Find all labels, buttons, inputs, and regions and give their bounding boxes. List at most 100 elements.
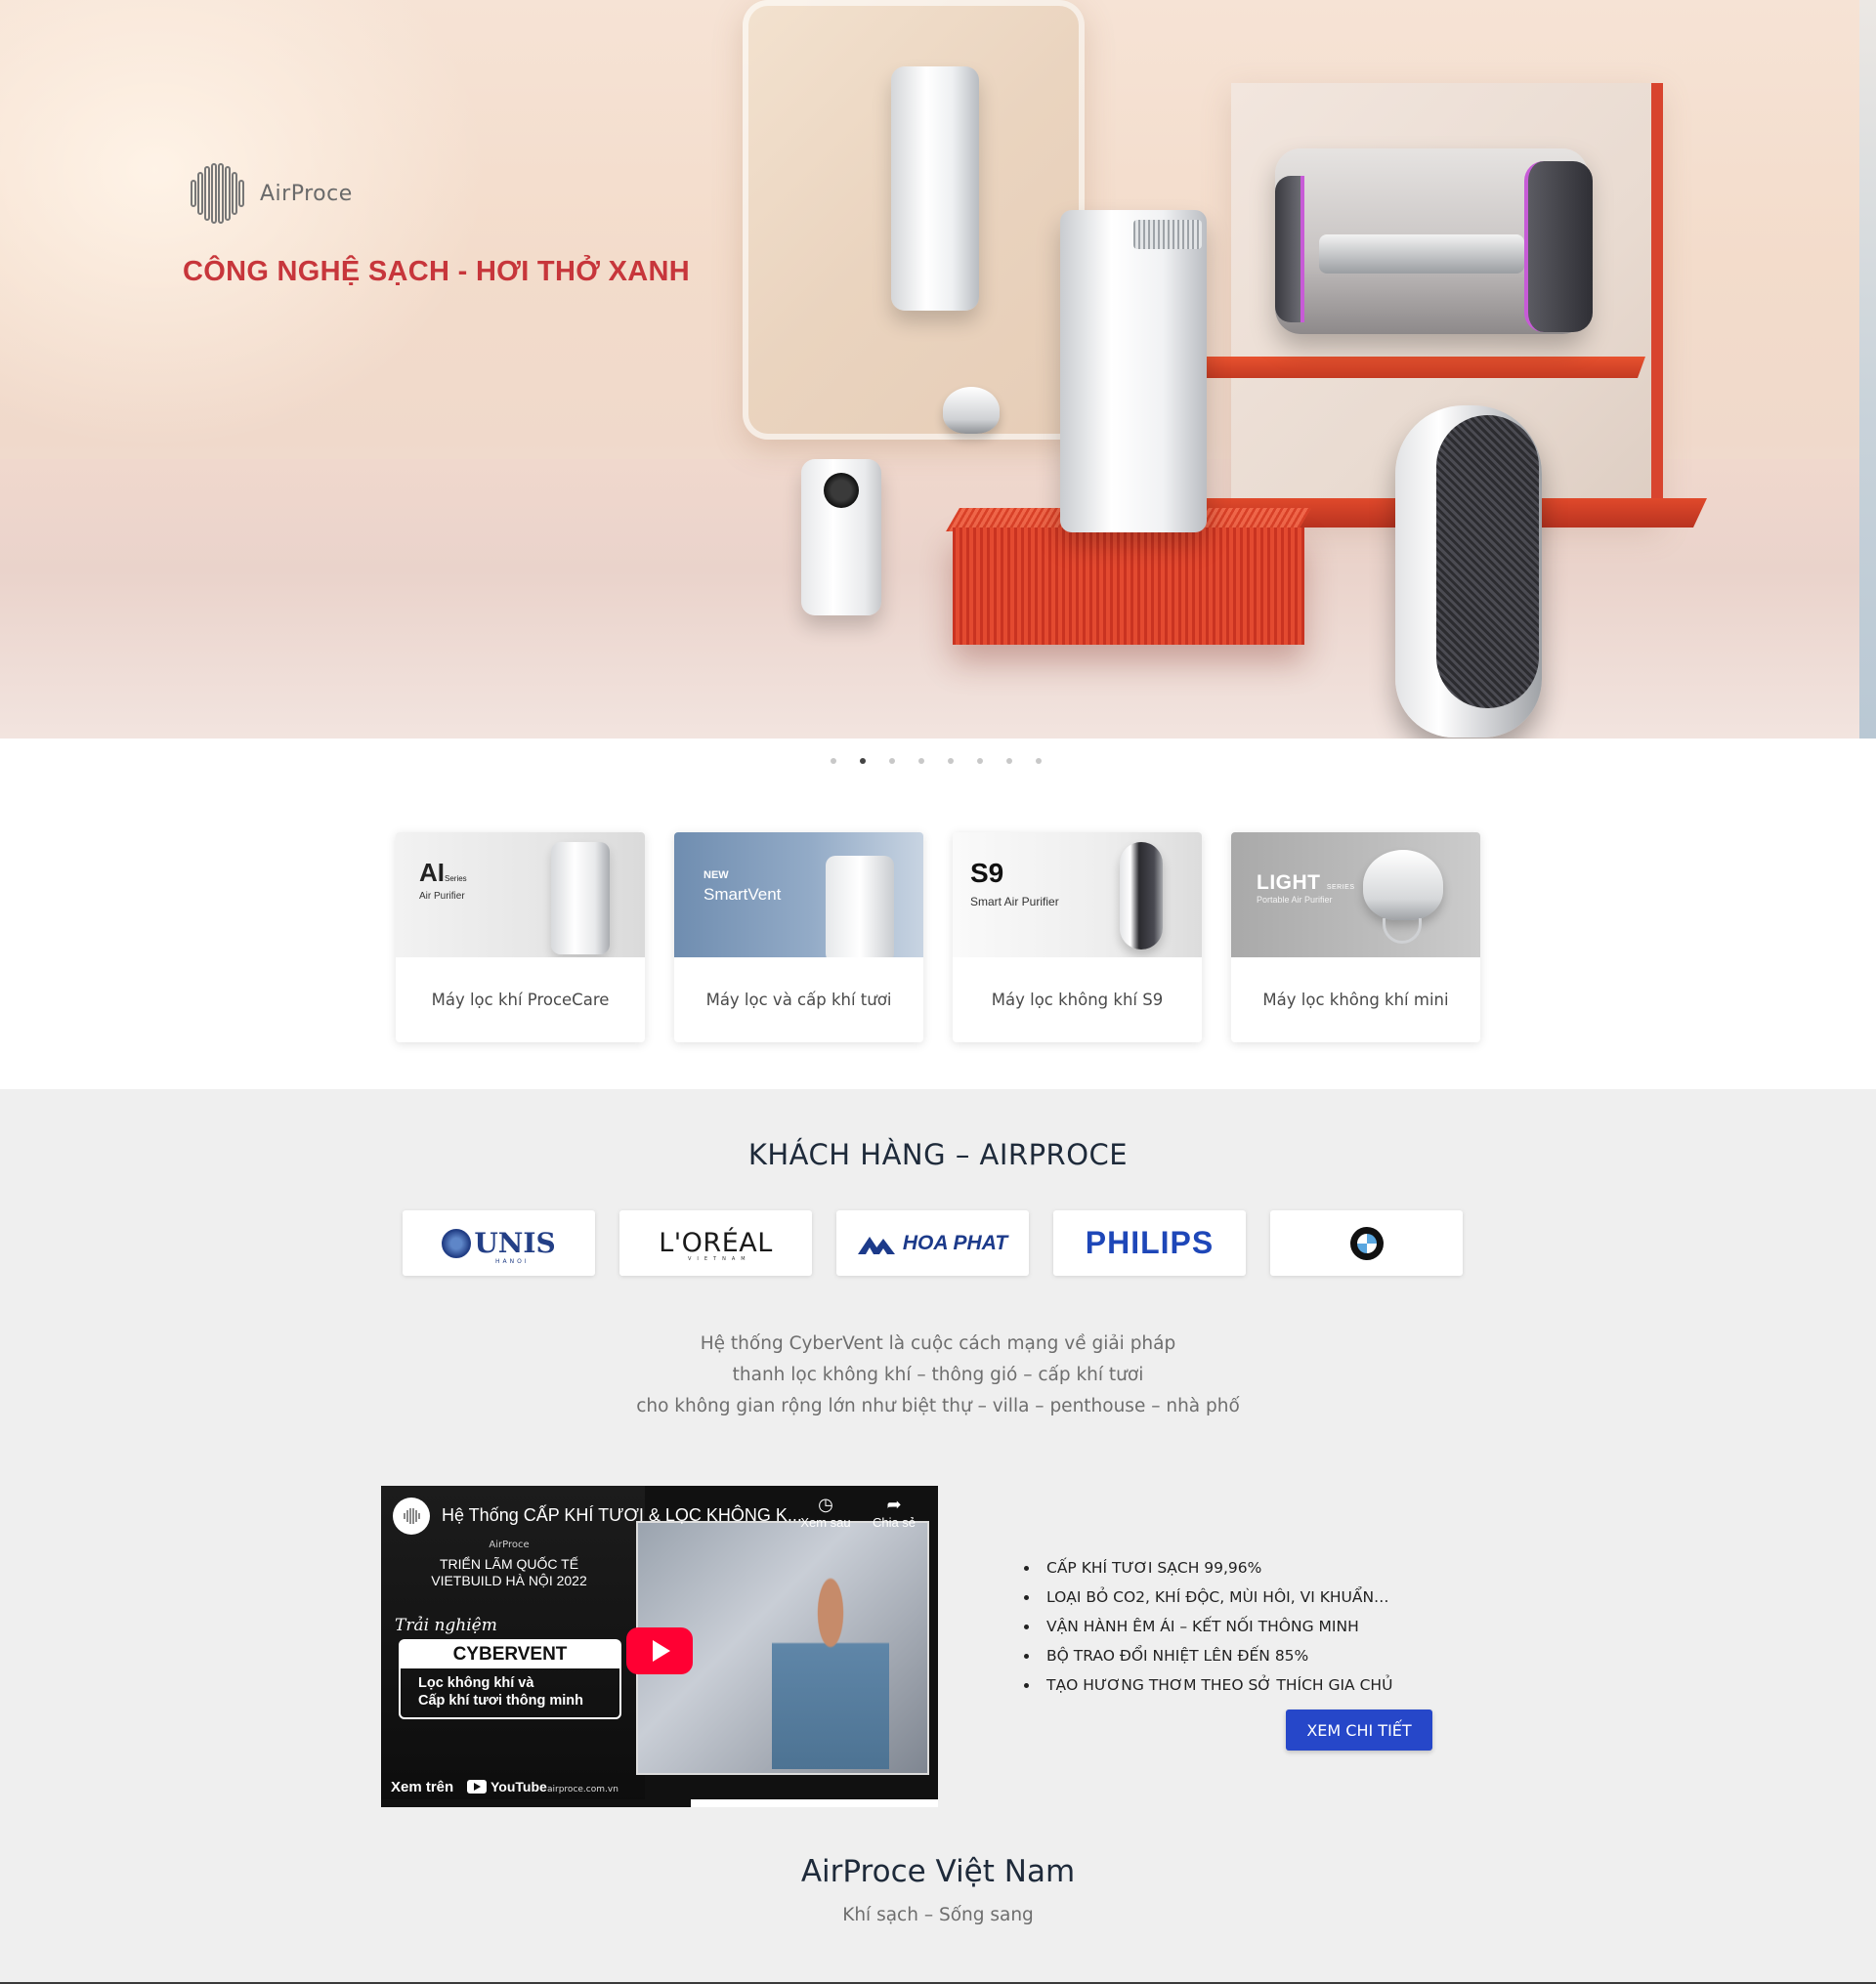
- product-image-title: AISeries: [419, 858, 467, 887]
- product-image-subtitle: Portable Air Purifier: [1257, 895, 1333, 905]
- hero-side-strip: [1859, 0, 1876, 739]
- hero-product-cybervent-panel: [1319, 234, 1524, 274]
- feature-item: LOẠI BỎ CO2, KHÍ ĐỘC, MÙI HÔI, VI KHUẨN…: [1024, 1583, 1392, 1612]
- product-card-smartvent[interactable]: NEW SmartVent Máy lọc và cấp khí tươi: [674, 832, 923, 1042]
- hero-product-grill: [1133, 220, 1202, 249]
- product-card-procecare[interactable]: AISeries Air Purifier Máy lọc khí ProceC…: [396, 832, 645, 1042]
- product-image[interactable]: LIGHT SERIES Portable Air Purifier: [1231, 832, 1480, 957]
- product-image[interactable]: NEW SmartVent: [674, 832, 923, 957]
- product-device: [1363, 850, 1443, 920]
- client-logos: UNIS HANOI L'ORÉAL VIETNAM HOA PHAT PHIL…: [403, 1210, 1463, 1276]
- client-logo-subtext: HANOI: [495, 1258, 530, 1265]
- product-card-label[interactable]: Máy lọc và cấp khí tươi: [674, 957, 923, 1042]
- product-image-title: LIGHT SERIES: [1257, 871, 1355, 894]
- product-device: [1120, 842, 1163, 950]
- brand-name: AirProce: [260, 181, 353, 206]
- thumbnail-expo: TRIỂN LÃM QUỐC TẾ VIETBUILD HÀ NỘI 2022: [431, 1556, 587, 1588]
- client-logo-bmw[interactable]: [1270, 1210, 1463, 1276]
- play-button[interactable]: [626, 1627, 693, 1674]
- carousel-dot-6[interactable]: [977, 758, 983, 764]
- carousel-dot-8[interactable]: [1036, 758, 1042, 764]
- video-presenter: [772, 1574, 889, 1769]
- hero-product-mini-screen: [824, 473, 859, 508]
- product-device-stand: [1383, 918, 1422, 944]
- product-cards: AISeries Air Purifier Máy lọc khí ProceC…: [396, 832, 1480, 1042]
- hero-tagline: CÔNG NGHỆ SẠCH - HƠI THỞ XANH: [183, 256, 690, 287]
- video-title[interactable]: Hệ Thống CẤP KHÍ TƯƠI & LỌC KHÔNG K...: [442, 1505, 802, 1526]
- feature-item: BỘ TRAO ĐỔI NHIỆT LÊN ĐẾN 85%: [1024, 1641, 1392, 1670]
- airproce-logo-icon: [191, 163, 244, 224]
- footer-title: AirProce Việt Nam: [800, 1854, 1076, 1889]
- client-logo-unis[interactable]: UNIS HANOI: [403, 1210, 595, 1276]
- product-card-label[interactable]: Máy lọc khí ProceCare: [396, 957, 645, 1042]
- hoaphat-mountain-icon: [857, 1236, 895, 1254]
- youtube-link[interactable]: YouTube: [467, 1779, 547, 1794]
- client-logo-subtext: VIETNAM: [688, 1256, 751, 1262]
- watch-on-label[interactable]: Xem trên: [391, 1779, 453, 1795]
- feature-item: TẠO HƯƠNG THƠM THEO SỞ THÍCH GIA CHỦ: [1024, 1670, 1392, 1700]
- product-image-title: SmartVent: [704, 885, 782, 904]
- description-line: thanh lọc không khí – thông gió – cấp kh…: [732, 1365, 1144, 1385]
- hero-banner[interactable]: AirProce CÔNG NGHỆ SẠCH - HƠI THỞ XANH: [0, 0, 1859, 739]
- product-new-badge: NEW: [704, 869, 729, 881]
- airproce-logo-icon: [404, 1508, 420, 1524]
- product-card-mini[interactable]: LIGHT SERIES Portable Air Purifier Máy l…: [1231, 832, 1480, 1042]
- hero-product-procecare: [1060, 210, 1207, 532]
- thumbnail-box-body: Lọc không khí và Cấp khí tươi thông minh: [418, 1675, 584, 1709]
- bmw-roundel-icon: [1349, 1226, 1384, 1260]
- hero-product-s9-grille: [1436, 415, 1539, 708]
- client-logo-text: L'ORÉAL: [659, 1228, 773, 1258]
- carousel-dot-4[interactable]: [918, 758, 924, 764]
- hero-pedestal: [953, 528, 1304, 645]
- youtube-video-embed[interactable]: Hệ Thống CẤP KHÍ TƯƠI & LỌC KHÔNG K... ◷…: [381, 1486, 938, 1807]
- product-card-label[interactable]: Máy lọc không khí mini: [1231, 957, 1480, 1042]
- carousel-dot-1[interactable]: [831, 758, 836, 764]
- channel-avatar-icon[interactable]: [393, 1498, 430, 1535]
- carousel-dot-5[interactable]: [948, 758, 954, 764]
- hero-product-cybervent-side: [1275, 176, 1304, 322]
- thumbnail-brand: AirProce: [489, 1540, 530, 1550]
- product-image[interactable]: AISeries Air Purifier: [396, 832, 645, 957]
- youtube-icon: [467, 1780, 487, 1794]
- watch-later-button[interactable]: ◷ Xem sau: [791, 1494, 860, 1530]
- cybervent-description: Hệ thống CyberVent là cuộc cách mạng về …: [0, 1329, 1876, 1422]
- client-logo-loreal[interactable]: L'ORÉAL VIETNAM: [619, 1210, 812, 1276]
- hero-product-smartvent: [891, 66, 979, 311]
- hero-product-cybervent-side: [1524, 161, 1593, 332]
- carousel-dot-2[interactable]: [860, 758, 866, 764]
- share-button[interactable]: ➦ Chia sẻ: [860, 1494, 928, 1530]
- feature-list: CẤP KHÍ TƯƠI SẠCH 99,96% LOẠI BỎ CO2, KH…: [1024, 1553, 1392, 1700]
- thumbnail-box-title: CYBERVENT: [401, 1641, 619, 1668]
- product-image-subtitle: Smart Air Purifier: [970, 895, 1059, 908]
- thumbnail-site: airproce.com.vn: [547, 1785, 618, 1794]
- client-logo-hoaphat[interactable]: HOA PHAT: [836, 1210, 1029, 1276]
- product-image-subtitle: Air Purifier: [419, 891, 465, 902]
- thumbnail-script: Trải nghiệm: [395, 1616, 497, 1635]
- feature-item: VẬN HÀNH ÊM ÁI – KẾT NỐI THÔNG MINH: [1024, 1612, 1392, 1641]
- clock-icon: ◷: [818, 1495, 833, 1514]
- carousel-dot-3[interactable]: [889, 758, 895, 764]
- product-device: [551, 842, 610, 954]
- product-card-label[interactable]: Máy lọc không khí S9: [953, 957, 1202, 1042]
- thumbnail-cybervent-box: CYBERVENT Lọc không khí và Cấp khí tươi …: [399, 1639, 621, 1719]
- view-details-button[interactable]: XEM CHI TIẾT: [1286, 1710, 1432, 1751]
- description-line: Hệ thống CyberVent là cuộc cách mạng về …: [700, 1333, 1176, 1354]
- carousel-dots[interactable]: [831, 758, 1042, 764]
- carousel-dot-7[interactable]: [1006, 758, 1012, 764]
- video-progress-bar: [381, 1799, 938, 1807]
- clients-title: KHÁCH HÀNG – AIRPROCE: [747, 1138, 1129, 1171]
- hero-product-light: [943, 387, 1000, 434]
- client-logo-philips[interactable]: PHILIPS: [1053, 1210, 1246, 1276]
- footer-subtitle: Khí sạch – Sống sang: [842, 1905, 1034, 1925]
- hero-wall-edge: [1651, 83, 1663, 523]
- share-icon: ➦: [886, 1495, 902, 1514]
- client-logo-text: UNIS: [474, 1227, 556, 1259]
- product-card-s9[interactable]: S9 Smart Air Purifier Máy lọc không khí …: [953, 832, 1202, 1042]
- product-image-title: S9: [970, 858, 1004, 888]
- client-logo-text: HOA PHAT: [857, 1232, 1007, 1255]
- product-device: [826, 856, 894, 957]
- product-image[interactable]: S9 Smart Air Purifier: [953, 832, 1202, 957]
- client-logo-text: PHILIPS: [1085, 1225, 1215, 1260]
- feature-item: CẤP KHÍ TƯƠI SẠCH 99,96%: [1024, 1553, 1392, 1583]
- description-line: cho không gian rộng lớn như biệt thự – v…: [636, 1396, 1240, 1416]
